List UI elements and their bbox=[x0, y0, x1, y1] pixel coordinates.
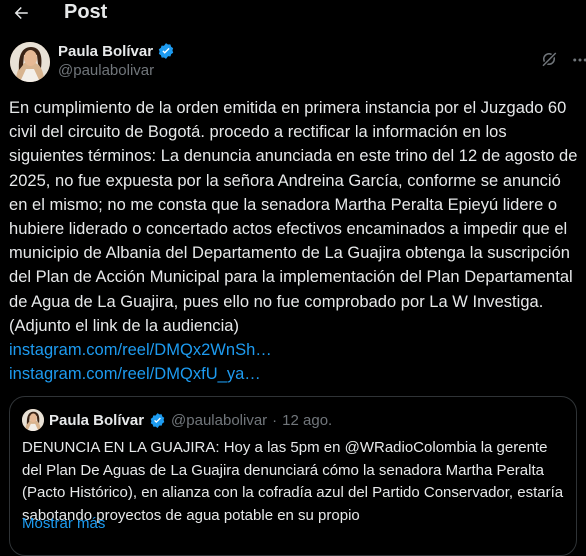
author-display-name[interactable]: Paula Bolívar bbox=[58, 43, 153, 60]
quoted-separator: · bbox=[272, 411, 278, 429]
quoted-date: 12 ago. bbox=[282, 411, 333, 429]
post-link-2[interactable]: instagram.com/reel/DMQxfU_ya… bbox=[9, 362, 581, 386]
post-body: En cumplimiento de la orden emitida en p… bbox=[9, 96, 581, 386]
quoted-avatar bbox=[22, 409, 44, 431]
more-icon[interactable] bbox=[571, 51, 586, 69]
post-link-1[interactable]: instagram.com/reel/DMQx2WnSh… bbox=[9, 338, 581, 362]
author-name-row: Paula Bolívar bbox=[58, 42, 175, 60]
post-text: En cumplimiento de la orden emitida en p… bbox=[9, 99, 578, 335]
verified-badge-icon bbox=[158, 43, 174, 59]
quoted-handle: @paulabolivar bbox=[171, 411, 268, 429]
post-author: Paula Bolívar @paulabolivar bbox=[10, 42, 586, 82]
quoted-post[interactable]: Paula Bolívar @paulabolivar · 12 ago. DE… bbox=[9, 396, 577, 556]
author-handle[interactable]: @paulabolivar bbox=[58, 62, 154, 79]
arrow-left-icon[interactable] bbox=[10, 4, 32, 22]
verified-badge-icon bbox=[150, 412, 165, 428]
grok-icon[interactable] bbox=[540, 50, 558, 68]
page-title: Post bbox=[64, 1, 108, 23]
quoted-post-header: Paula Bolívar @paulabolivar · 12 ago. bbox=[22, 409, 332, 431]
post-header: Post bbox=[0, 0, 586, 28]
show-more-link[interactable]: Mostrar más bbox=[22, 515, 105, 532]
quoted-text: DENUNCIA EN LA GUAJIRA: Hoy a las 5pm en… bbox=[22, 439, 564, 524]
quoted-display-name: Paula Bolívar bbox=[49, 411, 145, 429]
avatar[interactable] bbox=[10, 42, 50, 82]
